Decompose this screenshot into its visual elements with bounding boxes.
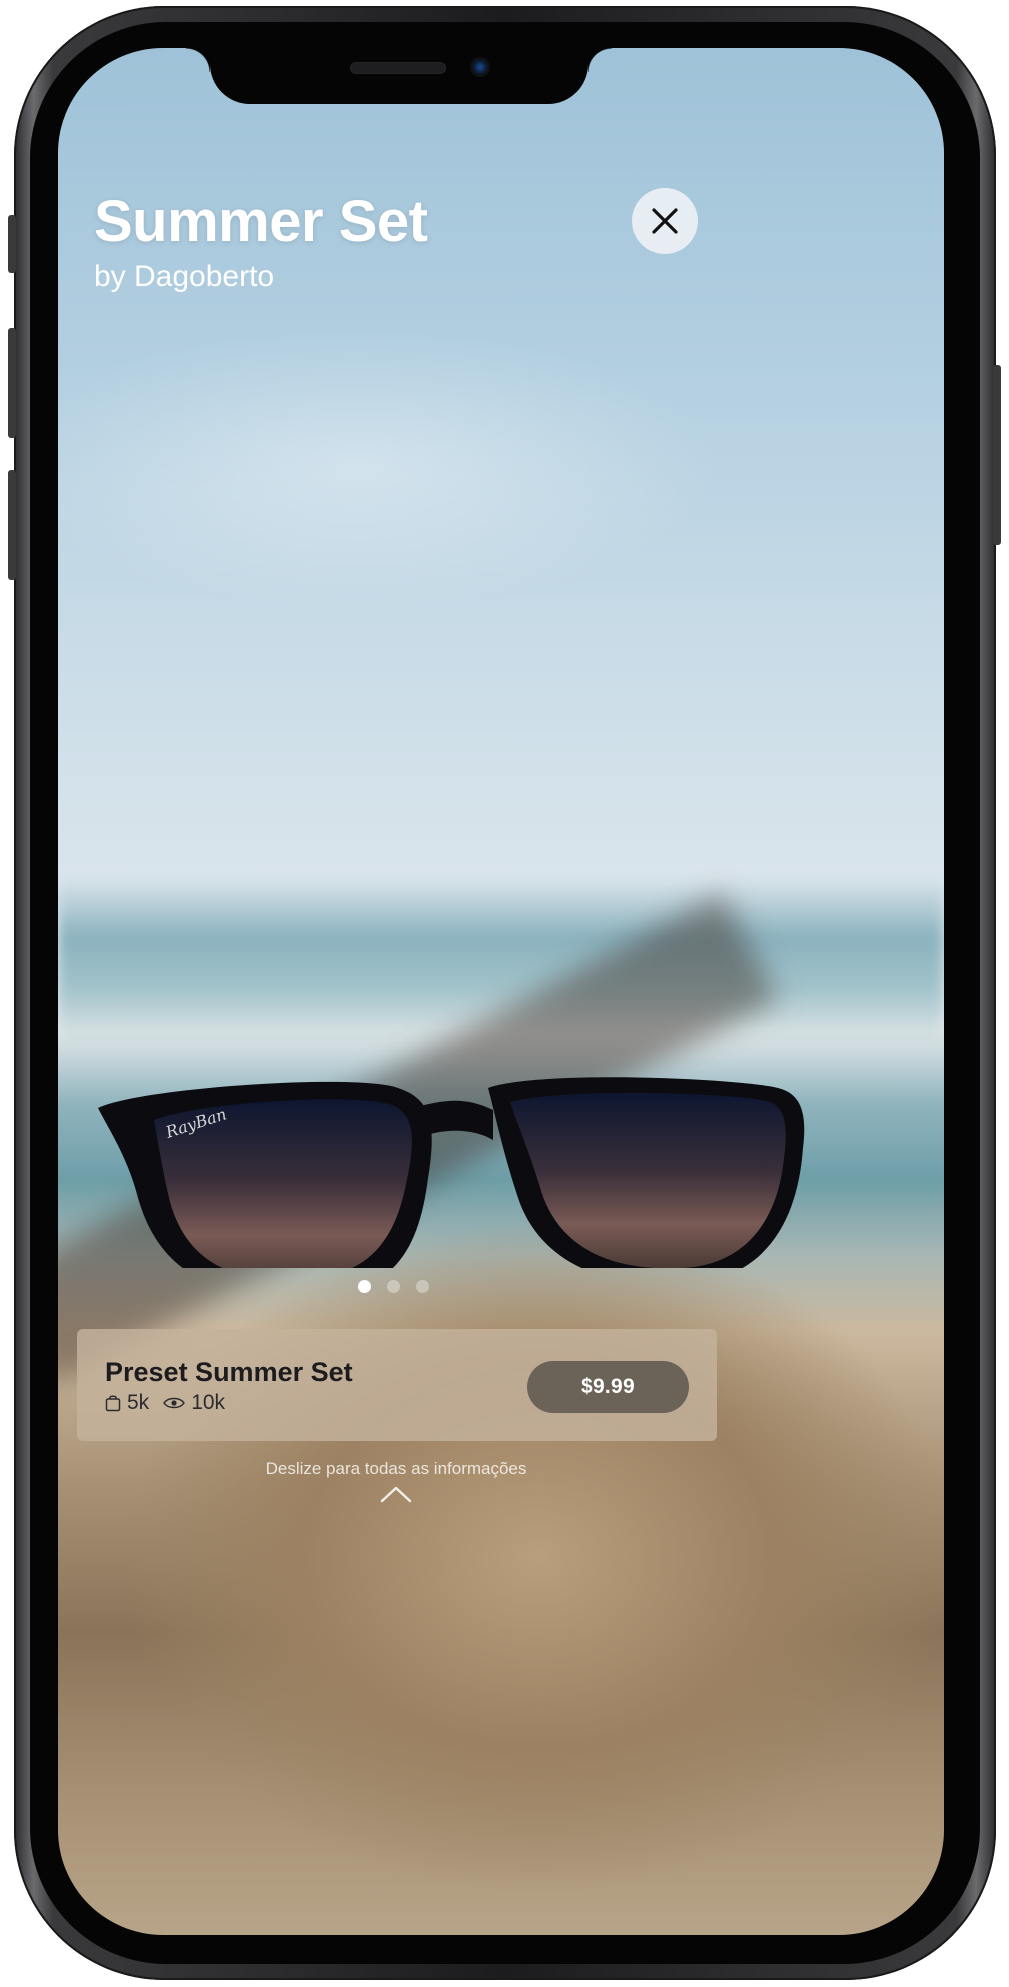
swipe-hint: Deslize para todas as informações <box>265 1459 527 1478</box>
product-card[interactable]: Preset Summer Set 5k 10k $9.99 <box>77 1329 717 1441</box>
front-camera <box>470 57 490 77</box>
product-name: Preset Summer Set <box>105 1357 353 1387</box>
earpiece-speaker <box>350 62 446 74</box>
page-dot-active[interactable] <box>358 1280 371 1293</box>
page-dot[interactable] <box>387 1280 400 1293</box>
sunglasses-image: RayBan <box>98 1077 805 1268</box>
power-button <box>993 365 1001 545</box>
views-count: 10k <box>191 1391 226 1414</box>
chevron-up-icon[interactable] <box>380 1485 412 1503</box>
buy-price-button[interactable]: $9.99 <box>527 1361 689 1413</box>
author-subtitle: by Dagoberto <box>94 260 275 293</box>
volume-up-button <box>8 328 16 438</box>
eye-icon <box>163 1397 186 1409</box>
product-stats: 5k 10k <box>105 1391 225 1415</box>
page-dot[interactable] <box>416 1280 429 1293</box>
close-icon <box>652 208 678 234</box>
carousel-page-indicator[interactable] <box>358 1280 429 1293</box>
volume-down-button <box>8 470 16 580</box>
device-notch <box>186 48 612 104</box>
downloads-count: 5k <box>127 1391 150 1414</box>
silent-switch <box>8 215 16 273</box>
page-title: Summer Set <box>94 189 428 254</box>
bag-icon <box>105 1395 121 1412</box>
app-screen: RayBan Summer Set by Dagoberto Preset Su… <box>58 48 944 1935</box>
close-button[interactable] <box>632 188 698 254</box>
